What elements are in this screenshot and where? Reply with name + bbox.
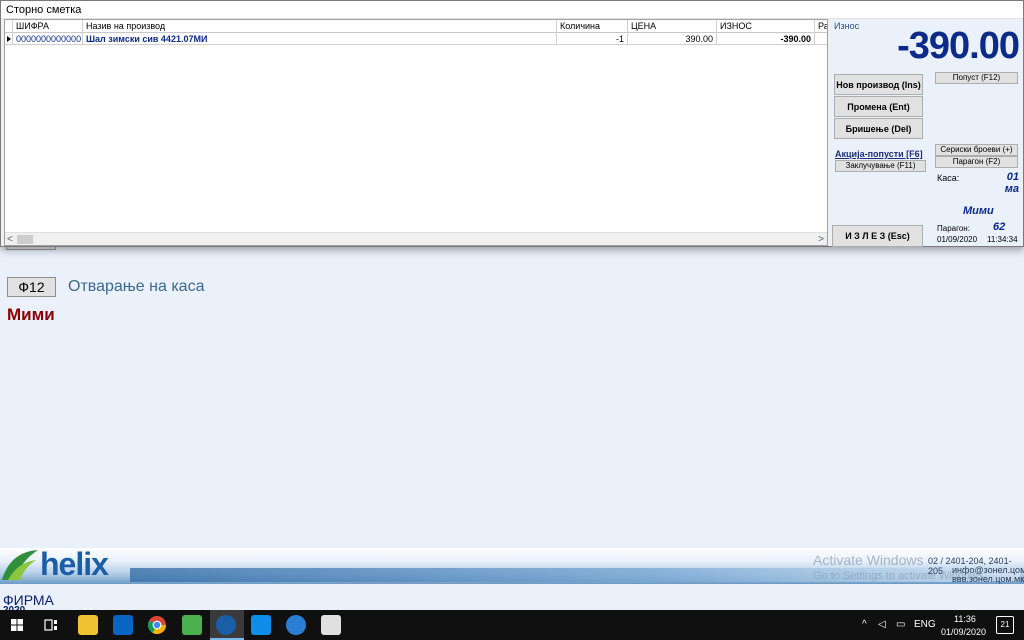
- column-header-amount[interactable]: ИЗНОС: [717, 20, 815, 33]
- new-product-button[interactable]: Нов производ (Ins): [834, 74, 923, 95]
- taskbar: ^ ◁ ▭ ENG 11:36 01/09/2020 21: [0, 610, 1024, 640]
- dialog-titlebar[interactable]: Сторно сметка: [1, 1, 1023, 19]
- file-explorer-icon[interactable]: [78, 615, 98, 635]
- receipt-time: 11:34:34: [987, 235, 1018, 244]
- f12-open-register-key[interactable]: Ф12: [7, 277, 56, 297]
- clock-date[interactable]: 01/09/2020: [941, 627, 986, 637]
- paragon-button[interactable]: Парагон (F2): [935, 156, 1018, 168]
- column-header-name[interactable]: Назив на производ: [83, 20, 557, 33]
- horizontal-scrollbar[interactable]: < >: [5, 232, 827, 245]
- cell-quantity[interactable]: -1: [557, 33, 628, 45]
- exit-button[interactable]: И З Л Е З (Esc): [832, 225, 923, 247]
- scroll-thumb[interactable]: [17, 235, 33, 244]
- cell-price[interactable]: 390.00: [628, 33, 717, 45]
- column-header-price[interactable]: ЦЕНА: [628, 20, 717, 33]
- notifications-count: 21: [1000, 620, 1010, 629]
- tray-chevron-icon[interactable]: ^: [862, 619, 867, 630]
- activate-windows-title: Activate Windows: [813, 552, 924, 568]
- items-grid[interactable]: ШИФРА Назив на производ Количина ЦЕНА ИЗ…: [4, 19, 828, 246]
- scroll-right-icon[interactable]: >: [818, 233, 824, 245]
- helix-app-icon[interactable]: [216, 615, 236, 635]
- receipt-number: 62: [993, 221, 1006, 233]
- cell-amount[interactable]: -390.00: [717, 33, 815, 45]
- contact-web: ввв.зонел.цом.мк: [952, 574, 1024, 584]
- column-header-code[interactable]: ШИФРА: [13, 20, 83, 33]
- receipt-label: Парагон:: [937, 224, 970, 233]
- serial-numbers-button[interactable]: Сериски броеви (+): [935, 144, 1018, 156]
- background-user-name: Мими: [7, 305, 55, 324]
- cell-name[interactable]: Шал зимски сив 4421.07МИ: [83, 33, 557, 45]
- side-panel: Износ -390.00 Попуст (F12) Нов производ …: [829, 19, 1023, 247]
- register-suffix: ма: [1004, 183, 1019, 195]
- notifications-icon[interactable]: 21: [996, 616, 1014, 634]
- dialog-title: Сторно сметка: [6, 4, 82, 16]
- row-selector[interactable]: [5, 33, 13, 45]
- volume-icon[interactable]: ◁: [878, 619, 886, 630]
- delete-button[interactable]: Бришење (Del): [834, 118, 923, 139]
- clock-time[interactable]: 11:36: [954, 614, 976, 624]
- storno-dialog: Сторно сметка ШИФРА Назив на производ Ко…: [0, 0, 1024, 247]
- header-selector: [5, 20, 13, 33]
- amount-label: Износ: [834, 21, 860, 31]
- green-app-icon[interactable]: [182, 615, 202, 635]
- task-view-icon[interactable]: [44, 618, 58, 632]
- network-icon[interactable]: ▭: [896, 619, 905, 630]
- paint-icon[interactable]: [321, 615, 341, 635]
- scroll-left-icon[interactable]: <: [7, 233, 13, 245]
- register-label: Каса:: [937, 173, 960, 183]
- column-header-discount[interactable]: Ра: [815, 20, 827, 33]
- column-header-quantity[interactable]: Количина: [557, 20, 628, 33]
- cell-code[interactable]: 0000000000000: [13, 33, 83, 45]
- language-indicator[interactable]: ENG: [914, 619, 936, 630]
- operator-name: Мими: [963, 205, 994, 217]
- total-amount: -390.00: [897, 25, 1020, 67]
- chrome-icon[interactable]: [147, 615, 167, 635]
- browser-globe-icon[interactable]: [286, 615, 306, 635]
- grid-header: ШИФРА Назив на производ Количина ЦЕНА ИЗ…: [5, 20, 827, 33]
- discount-button[interactable]: Попуст (F12): [935, 72, 1018, 84]
- cell-discount[interactable]: [815, 33, 827, 45]
- helix-logo-text: helix: [40, 546, 109, 582]
- table-row[interactable]: 0000000000000 Шал зимски сив 4421.07МИ -…: [5, 33, 827, 45]
- promotions-link[interactable]: Акција-попусти [F6]: [835, 149, 923, 159]
- change-button[interactable]: Промена (Ent): [834, 96, 923, 117]
- windows-start-icon[interactable]: [11, 619, 23, 631]
- teamviewer-icon[interactable]: [251, 615, 271, 635]
- lock-button[interactable]: Заклучување (F11): [835, 160, 926, 172]
- row-pointer-icon: [7, 36, 11, 42]
- receipt-date: 01/09/2020: [937, 235, 978, 244]
- open-register-label: Отварање на каса: [68, 278, 205, 295]
- outlook-icon[interactable]: [113, 615, 133, 635]
- register-number: 01: [1006, 171, 1019, 183]
